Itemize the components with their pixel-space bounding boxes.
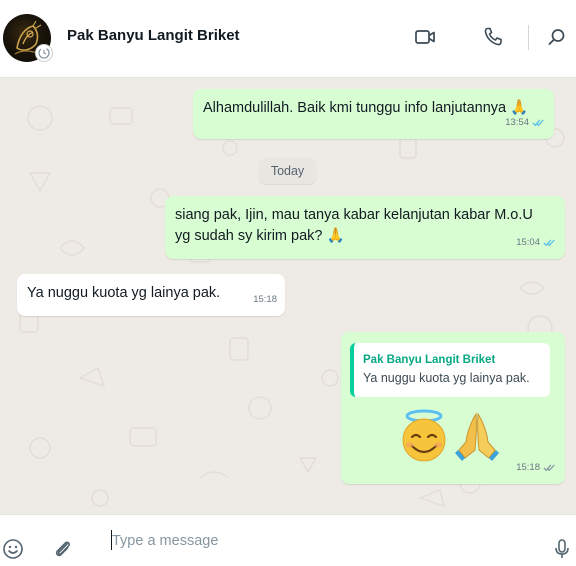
microphone-icon[interactable] [550, 537, 574, 561]
header-divider [528, 25, 529, 50]
date-separator: Today [259, 158, 316, 184]
message-bubble-incoming[interactable]: Ya nuggu kuota yg lainya pak. 15:18 [17, 274, 285, 316]
message-bubble-outgoing[interactable]: Pak Banyu Langit Briket Ya nuggu kuota y… [341, 332, 565, 484]
message-meta: 13:54 [505, 112, 546, 133]
quoted-message[interactable]: Pak Banyu Langit Briket Ya nuggu kuota y… [350, 343, 550, 397]
message-meta: 15:18 [516, 457, 557, 478]
folded-hands-icon [455, 412, 499, 461]
chat-header: Pak Banyu Langit Briket [0, 0, 576, 78]
message-text: Alhamdulillah. Baik kmi tunggu info lanj… [203, 100, 529, 116]
status-badge [35, 44, 53, 62]
voice-call-icon[interactable] [481, 25, 505, 49]
read-double-tick-icon [532, 119, 544, 127]
message-text: Ya nuggu kuota yg lainya pak. [27, 285, 221, 301]
search-icon[interactable] [545, 25, 569, 49]
message-text-line: siang pak, Ijin, mau tanya kabar kelanju… [175, 207, 533, 223]
smiling-face-with-halo-icon [402, 409, 446, 462]
message-meta: 15:04 [516, 232, 557, 253]
emoji-icon[interactable] [1, 537, 25, 561]
attach-icon[interactable] [50, 537, 74, 561]
message-time: 15:18 [516, 462, 540, 473]
message-time: 13:54 [505, 117, 529, 128]
contact-name[interactable]: Pak Banyu Langit Briket [67, 27, 240, 44]
message-input[interactable] [110, 525, 534, 557]
compose-bar [0, 514, 576, 566]
delivered-double-tick-icon [543, 464, 555, 472]
video-call-icon[interactable] [413, 25, 437, 49]
message-list[interactable]: Alhamdulillah. Baik kmi tunggu info lanj… [0, 78, 576, 514]
quoted-text: Ya nuggu kuota yg lainya pak. [363, 371, 530, 385]
message-text: siang pak, Ijin, mau tanya kabar kelanju… [175, 205, 555, 247]
message-time: 15:04 [516, 237, 540, 248]
message-bubble-outgoing[interactable]: Alhamdulillah. Baik kmi tunggu info lanj… [193, 89, 554, 139]
message-time: 15:18 [253, 294, 277, 305]
message-meta: 15:18 [253, 289, 277, 310]
read-double-tick-icon [543, 239, 555, 247]
message-text-line: yg sudah sy kirim pak? 🙏 [175, 228, 345, 244]
message-bubble-outgoing[interactable]: siang pak, Ijin, mau tanya kabar kelanju… [165, 196, 565, 259]
